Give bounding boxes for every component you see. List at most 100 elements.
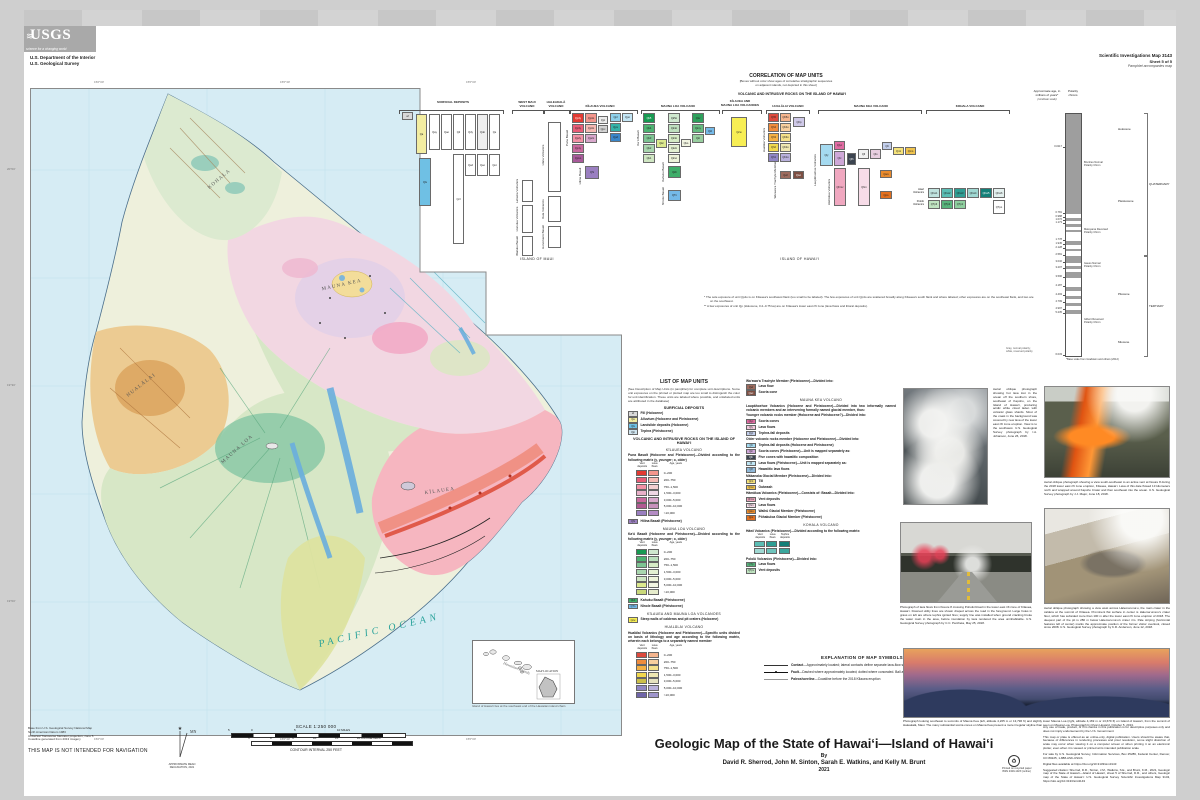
- tick-mark: [1063, 313, 1065, 314]
- matrix-row: >10,000: [636, 588, 740, 596]
- matrix-age: 3,000–5,000: [663, 679, 681, 684]
- polarity-band: [1066, 249, 1081, 251]
- unit-label: Nīnole Basalt (Pleistocene): [640, 603, 683, 608]
- unit-label: Alluvium (Holocene and Pleistocene): [640, 417, 699, 422]
- unit-box: QTp3: [928, 200, 940, 209]
- unit-swatch: Qlh: [746, 454, 756, 461]
- unit-row: Qlyc Scoria cones: [746, 418, 896, 425]
- group-bracket: [570, 110, 638, 114]
- unit-matrix: Vent deposits Lava flows Age, years 0–200 20…: [636, 644, 740, 698]
- group-header: SURFICIAL DEPOSITS: [437, 100, 469, 104]
- lat-label: 19°00': [7, 599, 16, 603]
- group-header: MAUNA KEA VOLCANO: [854, 104, 888, 108]
- correlation-footnote: * The sole exposure of unit Qp4o is on K…: [704, 295, 1034, 303]
- usgs-logo-text: USGS: [30, 27, 72, 43]
- unit-label: Fill (Holocene): [640, 411, 664, 416]
- unit-matrix: Vent deposits Lava flows Age, years 0–200 20…: [636, 541, 740, 596]
- unit-label: Tephra-fall deposits: [758, 430, 790, 435]
- unit-label: Scoria cones: [758, 418, 780, 423]
- matrix-cell: [636, 470, 647, 477]
- matrix-age: 750–1,500: [663, 666, 678, 671]
- matrix-col-head: Vent deposits: [637, 541, 648, 548]
- unit-swatch: Qhm: [746, 502, 756, 509]
- unit-swatch: Qlyc: [746, 418, 756, 425]
- unit-row: Qhmv Vent deposits: [746, 496, 896, 503]
- matrix-age: 3,000–5,000: [663, 497, 681, 502]
- inset-hawaii-island: [538, 676, 558, 698]
- unit-swatch: QTpv: [746, 568, 756, 574]
- unit-box: Qpc: [598, 125, 608, 133]
- formation-label: Hāwī Volcanics: [913, 188, 924, 194]
- matrix-cell: [648, 549, 660, 556]
- polarity-band: [1066, 296, 1081, 299]
- unit-swatch: af: [628, 411, 638, 417]
- polarity-band: [1066, 272, 1081, 278]
- matrix-header: Vent deposits Lava flows Tephra deposits: [754, 533, 896, 540]
- formation-label: Hilina Basalt: [578, 167, 582, 185]
- unit-label: Lava flows: [758, 502, 776, 507]
- mokuaweoweo-caldera: [265, 442, 279, 450]
- era-bracket: [1144, 255, 1148, 357]
- unit-paragraph: Puna Basalt (Holocene and Pleistocene)—D…: [628, 453, 740, 462]
- map-location-label: MAP LOCATION: [536, 669, 559, 673]
- group-bracket: [641, 110, 720, 114]
- unit-box: Qls: [419, 158, 431, 206]
- unit-swatch: Qwu: [746, 508, 756, 515]
- matrix-col-head: Vent deposits: [755, 533, 766, 540]
- polarity-band: [1066, 310, 1081, 314]
- formation-label: Lahaina Volcanics: [515, 178, 519, 204]
- matrix-age: 3,000–5,000: [663, 576, 681, 581]
- matrix-age: >10,000: [663, 510, 675, 515]
- matrix-cell: [636, 652, 647, 659]
- era-label: TERTIARY: [1149, 304, 1164, 308]
- hilo-area: [430, 340, 490, 376]
- unit-box: Qh4: [768, 123, 779, 132]
- unit-box: Qmt: [893, 147, 904, 155]
- unit-box: Qkc: [656, 139, 667, 148]
- contact-line: [764, 665, 788, 667]
- unit-box: Qk1: [643, 154, 655, 163]
- formation-label: Laupāhoehoe Volcanics: [813, 154, 817, 186]
- unit-box: Qko: [681, 139, 691, 147]
- tick-mark: [1063, 355, 1065, 356]
- unit-swatch: Qhi: [628, 518, 638, 525]
- unit-label: Scoria cone: [758, 390, 778, 395]
- unit-box: Qlc: [834, 151, 845, 166]
- unit-box: Qay: [429, 114, 440, 150]
- true-north-star: ★: [178, 726, 183, 732]
- group-bracket: [544, 110, 570, 114]
- unit-swatch: Qtp: [628, 429, 638, 435]
- navigation-warning: THIS MAP IS NOT INTENDED FOR NAVIGATION: [28, 748, 148, 754]
- age-tick: 3.596: [1055, 274, 1063, 278]
- matrix-age: 200–750: [663, 659, 676, 664]
- group-bracket: [399, 110, 504, 114]
- unit-box: [548, 196, 561, 222]
- group-bracket: [512, 110, 544, 114]
- unit-box: Qlt: [882, 142, 892, 150]
- unit-box: Qly: [820, 144, 833, 166]
- scale-number: 15: [335, 735, 339, 740]
- matrix-cell: [648, 665, 660, 672]
- age-tick: 4.493: [1055, 292, 1063, 296]
- matrix-age: 0–200: [663, 653, 673, 658]
- lon-label: 156°00': [94, 80, 105, 84]
- unit-label: Vent deposits: [758, 496, 780, 501]
- unit-swatch: QTn: [628, 603, 638, 610]
- matrix-cell: [648, 496, 660, 503]
- unit-swatch: Qly: [746, 424, 756, 431]
- unit-row: Qlf Hawaiitic lava flows: [746, 467, 896, 473]
- unit-swatch: Qlf: [746, 467, 756, 473]
- unit-box: Qh2: [768, 143, 779, 152]
- group-bracket: [722, 110, 762, 114]
- matrix-row: 750–1,500: [636, 562, 740, 569]
- scale-number: 0: [251, 727, 253, 732]
- unit-swatch: Qcw: [628, 617, 638, 623]
- timescale-footnote: *Base scale from Gradstein and others (2…: [1066, 358, 1119, 361]
- fine-print-paragraph: Any use of trade, product, or firm names…: [1043, 725, 1170, 733]
- unit-box: Qk1o: [668, 154, 680, 163]
- unit-box: Qao: [441, 114, 452, 150]
- unit-label: Scoria cones (Pleistocene)—Unit is mappe…: [758, 448, 851, 453]
- unit-box: Qhw6: [993, 188, 1005, 198]
- matrix-cell: [636, 555, 647, 562]
- unit-box: Qh3: [768, 133, 779, 142]
